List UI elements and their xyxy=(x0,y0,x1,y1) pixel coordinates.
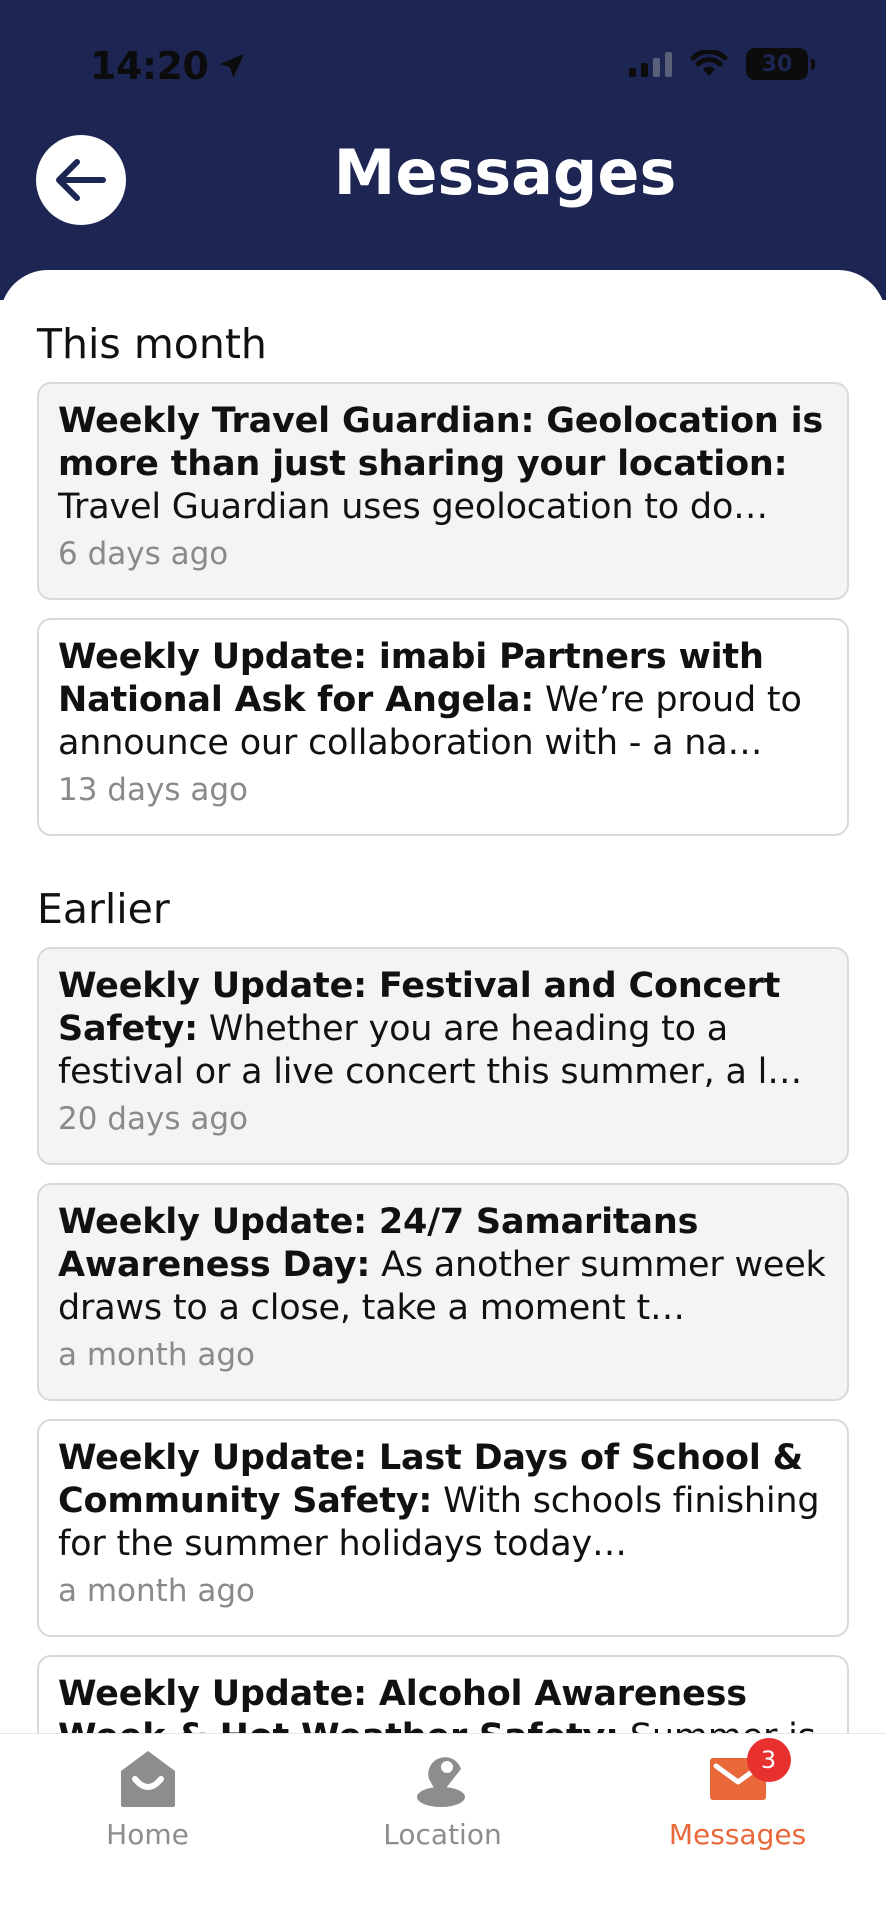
tab-home[interactable]: Home xyxy=(0,1734,295,1864)
status-time: 14:20 xyxy=(90,44,248,88)
status-bar: 14:20 30 xyxy=(0,0,886,130)
message-body: Weekly Update: Last Days of School & Com… xyxy=(58,1437,829,1566)
section-title: This month xyxy=(37,320,267,368)
battery-icon: 30 xyxy=(746,48,815,80)
message-body: Weekly Update: 24/7 Samaritans Awareness… xyxy=(58,1201,829,1330)
messages-list[interactable]: This month Weekly Travel Guardian: Geolo… xyxy=(0,270,886,1734)
envelope-icon: 3 xyxy=(705,1738,791,1812)
notification-badge: 3 xyxy=(746,1738,791,1782)
section-title: Earlier xyxy=(37,885,170,933)
tab-messages-label: Messages xyxy=(668,1818,807,1851)
page-title: Messages xyxy=(333,136,677,209)
tab-home-label: Home xyxy=(106,1818,189,1851)
wifi-icon xyxy=(690,50,728,76)
cellular-signal-icon xyxy=(629,51,672,77)
message-card[interactable]: Weekly Travel Guardian: Geolocation is m… xyxy=(37,382,849,600)
location-arrow-icon xyxy=(220,54,245,78)
message-title: Weekly Travel Guardian: Geolocation is m… xyxy=(58,401,824,484)
message-time: 20 days ago xyxy=(58,1101,248,1137)
header-bar: 14:20 30 Messages xyxy=(0,0,886,300)
bottom-tab-bar: Home Location 3 Messages xyxy=(0,1733,886,1920)
message-card[interactable]: Weekly Update: Alcohol Awareness Week & … xyxy=(37,1655,849,1734)
tab-messages[interactable]: 3 Messages xyxy=(590,1734,885,1864)
message-card[interactable]: Weekly Update: Festival and Concert Safe… xyxy=(37,947,849,1165)
message-preview: Travel Guardian uses geolocation to do… xyxy=(58,487,768,527)
location-pin-icon xyxy=(410,1746,476,1812)
status-time-text: 14:20 xyxy=(90,44,209,88)
message-time: 6 days ago xyxy=(58,536,229,572)
message-card[interactable]: Weekly Update: Last Days of School & Com… xyxy=(37,1419,849,1637)
message-time: a month ago xyxy=(58,1337,255,1373)
message-body: Weekly Update: Festival and Concert Safe… xyxy=(58,965,829,1094)
message-card[interactable]: Weekly Update: imabi Partners with Natio… xyxy=(37,618,849,836)
message-body: Weekly Travel Guardian: Geolocation is m… xyxy=(58,400,829,529)
tab-location[interactable]: Location xyxy=(295,1734,590,1864)
home-icon xyxy=(115,1746,181,1812)
battery-level: 30 xyxy=(761,51,793,77)
message-body: Weekly Update: imabi Partners with Natio… xyxy=(58,636,829,765)
message-card[interactable]: Weekly Update: 24/7 Samaritans Awareness… xyxy=(37,1183,849,1401)
message-body: Weekly Update: Alcohol Awareness Week & … xyxy=(58,1673,829,1734)
tab-location-label: Location xyxy=(383,1818,502,1851)
status-indicators: 30 xyxy=(629,48,815,80)
message-time: a month ago xyxy=(58,1573,255,1609)
message-preview: Summer is xyxy=(630,1717,816,1734)
message-time: 13 days ago xyxy=(58,772,248,808)
